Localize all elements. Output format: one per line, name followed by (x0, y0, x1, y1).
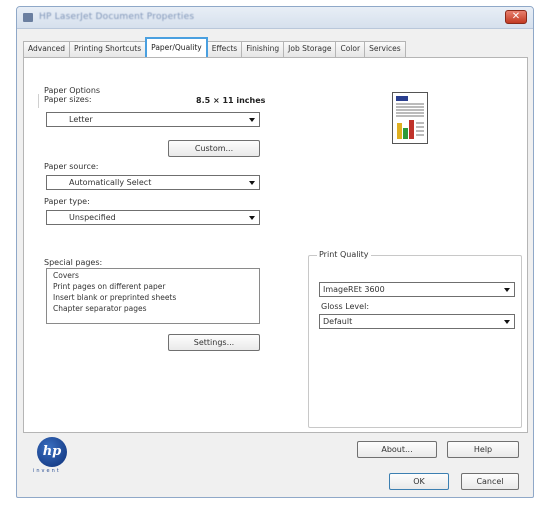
print-quality-select[interactable]: ImageREt 3600 (319, 282, 515, 297)
chevron-down-icon[interactable] (248, 115, 257, 124)
print-quality-group: Print Quality ImageREt 3600 Gloss Level:… (308, 250, 522, 428)
gloss-level-select[interactable]: Default (319, 314, 515, 329)
paper-type-value: Unspecified (69, 213, 116, 222)
gloss-level-value: Default (323, 317, 353, 326)
paper-size-dimensions: 8.5 × 11 inches (196, 96, 266, 105)
paper-source-label: Paper source: (44, 162, 99, 171)
chevron-down-icon[interactable] (503, 317, 512, 326)
paper-options-label: Paper Options (44, 86, 101, 95)
tab-services[interactable]: Services (364, 41, 406, 57)
page-preview-icon (392, 92, 428, 144)
tab-paper-quality[interactable]: Paper/Quality (145, 37, 208, 57)
paper-source-value: Automatically Select (69, 178, 152, 187)
ok-button[interactable]: OK (389, 473, 449, 490)
paper-sizes-label: Paper sizes: (44, 95, 92, 104)
list-item[interactable]: Chapter separator pages (53, 304, 147, 313)
custom-button[interactable]: Custom... (168, 140, 260, 157)
special-pages-label: Special pages: (44, 258, 103, 267)
document-preview-graphic (396, 96, 424, 139)
title-bar: HP LaserJet Document Properties ✕ (17, 7, 533, 29)
hp-tagline: invent (33, 468, 61, 474)
list-item[interactable]: Insert blank or preprinted sheets (53, 293, 176, 302)
tab-strip: Advanced Printing Shortcuts Paper/Qualit… (23, 37, 528, 57)
chevron-down-icon[interactable] (248, 178, 257, 187)
tab-job-storage[interactable]: Job Storage (283, 41, 337, 57)
paper-options-group (38, 94, 39, 108)
hp-logo: hp (37, 437, 67, 467)
list-item[interactable]: Covers (53, 271, 79, 280)
paper-quality-panel: Paper Options Paper sizes: 8.5 × 11 inch… (23, 57, 528, 433)
settings-button[interactable]: Settings... (168, 334, 260, 351)
tab-advanced[interactable]: Advanced (23, 41, 71, 57)
paper-size-value: Letter (69, 115, 93, 124)
paper-source-select[interactable]: Automatically Select (46, 175, 260, 190)
list-item[interactable]: Print pages on different paper (53, 282, 165, 291)
paper-type-select[interactable]: Unspecified (46, 210, 260, 225)
paper-type-label: Paper type: (44, 197, 90, 206)
tab-printing-shortcuts[interactable]: Printing Shortcuts (69, 41, 147, 57)
document-properties-window: HP LaserJet Document Properties ✕ Advanc… (16, 6, 534, 498)
help-button[interactable]: Help (447, 441, 519, 458)
printer-icon (23, 13, 33, 22)
gloss-level-label: Gloss Level: (321, 302, 370, 311)
tab-effects[interactable]: Effects (206, 41, 243, 57)
paper-size-select[interactable]: Letter (46, 112, 260, 127)
about-button[interactable]: About... (357, 441, 437, 458)
tab-finishing[interactable]: Finishing (241, 41, 285, 57)
chevron-down-icon[interactable] (503, 285, 512, 294)
tab-color[interactable]: Color (335, 41, 366, 57)
close-button[interactable]: ✕ (505, 10, 527, 24)
window-title: HP LaserJet Document Properties (39, 12, 195, 22)
chevron-down-icon[interactable] (248, 213, 257, 222)
print-quality-label: Print Quality (317, 250, 371, 259)
special-pages-list[interactable]: Covers Print pages on different paper In… (46, 268, 260, 324)
cancel-button[interactable]: Cancel (461, 473, 519, 490)
print-quality-value: ImageREt 3600 (323, 285, 385, 294)
